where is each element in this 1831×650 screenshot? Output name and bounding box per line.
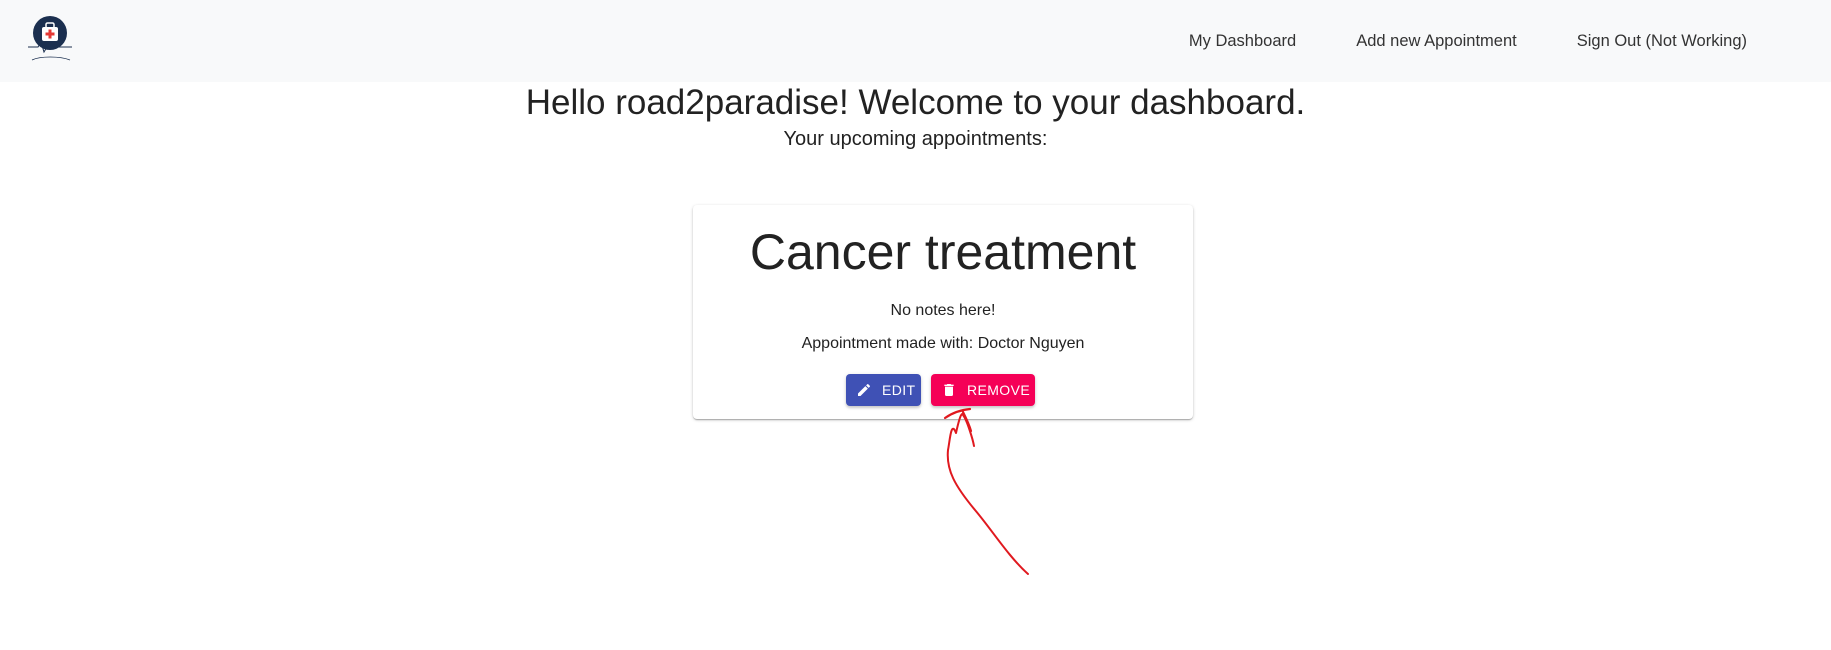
appointment-card: Cancer treatment No notes here! Appointm…	[693, 205, 1193, 419]
appointment-title: Cancer treatment	[749, 224, 1137, 280]
remove-button-label: REMOVE	[967, 382, 1031, 398]
nav-sign-out-link[interactable]: Sign Out (Not Working)	[1577, 32, 1747, 51]
navbar: My Dashboard Add new Appointment Sign Ou…	[0, 0, 1831, 82]
nav-my-dashboard-link[interactable]: My Dashboard	[1189, 32, 1296, 51]
remove-button[interactable]: REMOVE	[931, 374, 1035, 406]
nav-add-appointment-link[interactable]: Add new Appointment	[1356, 32, 1517, 51]
appointment-doctor: Appointment made with: Doctor Nguyen	[801, 335, 1085, 352]
upcoming-appointments-subtitle: Your upcoming appointments:	[783, 128, 1048, 150]
trash-icon	[941, 382, 957, 398]
welcome-heading: Hello road2paradise! Welcome to your das…	[525, 83, 1306, 122]
pencil-icon	[856, 382, 872, 398]
healthcare-logo-icon[interactable]	[24, 14, 76, 64]
nav-links: My Dashboard Add new Appointment Sign Ou…	[1189, 29, 1831, 53]
edit-button-label: EDIT	[882, 382, 916, 398]
edit-button[interactable]: EDIT	[846, 374, 921, 406]
appointment-notes: No notes here!	[890, 302, 996, 319]
